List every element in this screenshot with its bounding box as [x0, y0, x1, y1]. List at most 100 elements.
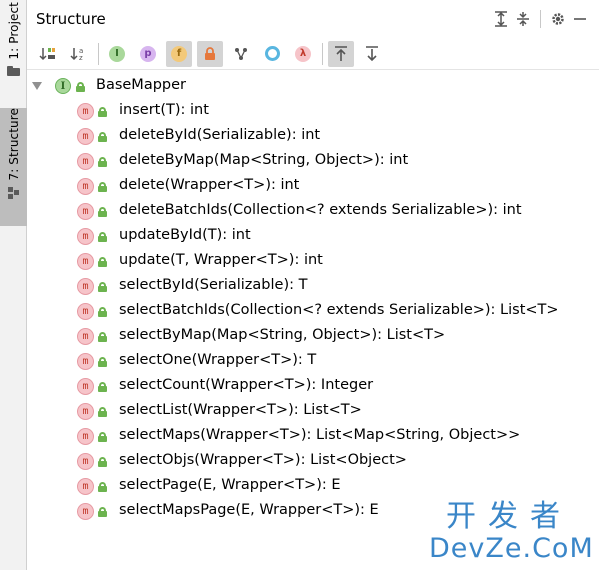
show-properties-icon[interactable]: p [135, 41, 161, 67]
public-lock-icon [98, 457, 107, 467]
show-inherited-icon[interactable]: I [104, 41, 130, 67]
root-label: BaseMapper [96, 77, 186, 93]
show-toplevel-icon[interactable] [259, 41, 285, 67]
method-icon: m [77, 353, 94, 370]
method-row[interactable]: m selectBatchIds(Collection<? extends Ser… [27, 299, 599, 324]
folder-icon [7, 65, 20, 76]
method-icon: m [77, 428, 94, 445]
method-icon: m [77, 303, 94, 320]
method-label: deleteById(Serializable): int [119, 127, 321, 143]
method-row[interactable]: m selectPage(E, Wrapper<T>): E [27, 474, 599, 499]
watermark-english: DevZe.CoM [429, 533, 594, 564]
method-label: selectCount(Wrapper<T>): Integer [119, 377, 374, 393]
public-lock-icon [98, 207, 107, 217]
method-icon: m [77, 378, 94, 395]
method-label: selectMaps(Wrapper<T>): List<Map<String,… [119, 427, 521, 443]
show-fields-icon[interactable]: f [166, 40, 192, 67]
method-icon: m [77, 328, 94, 345]
method-row[interactable]: m delete(Wrapper<T>): int [27, 174, 599, 199]
method-icon: m [77, 178, 94, 195]
method-label: deleteByMap(Map<String, Object>): int [119, 152, 409, 168]
public-lock-icon [98, 432, 107, 442]
show-lambdas-icon[interactable]: λ [290, 41, 316, 67]
method-label: selectPage(E, Wrapper<T>): E [119, 477, 341, 493]
public-lock-icon [98, 332, 107, 342]
method-label: selectMapsPage(E, Wrapper<T>): E [119, 502, 379, 518]
watermark: 开发者 DevZe.CoM [429, 500, 594, 564]
tree-root-row[interactable]: I BaseMapper [27, 74, 599, 99]
public-lock-icon [98, 157, 107, 167]
svg-text:z: z [79, 54, 83, 62]
method-row[interactable]: m selectByMap(Map<String, Object>): List<… [27, 324, 599, 349]
structure-tab-label: 7: Structure [6, 108, 21, 181]
method-label: update(T, Wrapper<T>): int [119, 252, 323, 268]
method-icon: m [77, 103, 94, 120]
collapse-all-icon[interactable] [512, 8, 534, 30]
method-row[interactable]: m selectById(Serializable): T [27, 274, 599, 299]
method-icon: m [77, 278, 94, 295]
method-icon: m [77, 203, 94, 220]
show-anonymous-icon[interactable] [228, 41, 254, 67]
panel-title: Structure [36, 10, 106, 28]
method-row[interactable]: m deleteById(Serializable): int [27, 124, 599, 149]
method-icon: m [77, 253, 94, 270]
method-label: selectByMap(Map<String, Object>): List<T… [119, 327, 446, 343]
autoscroll-to-source-icon[interactable] [328, 40, 354, 67]
autoscroll-from-source-icon[interactable] [359, 41, 385, 67]
expand-triangle-icon[interactable] [32, 82, 42, 90]
structure-panel: Structure az I p f λ I BaseMapper m inse… [27, 0, 599, 570]
method-row[interactable]: m selectList(Wrapper<T>): List<T> [27, 399, 599, 424]
method-row[interactable]: m updateById(T): int [27, 224, 599, 249]
public-lock-icon [98, 507, 107, 517]
public-lock-icon [98, 232, 107, 242]
method-icon: m [77, 228, 94, 245]
sort-by-visibility-icon[interactable] [35, 41, 61, 67]
method-row[interactable]: m selectObjs(Wrapper<T>): List<Object> [27, 449, 599, 474]
structure-tool-tab[interactable]: 7: Structure [0, 108, 27, 226]
method-label: selectObjs(Wrapper<T>): List<Object> [119, 452, 407, 468]
method-label: selectOne(Wrapper<T>): T [119, 352, 317, 368]
settings-gear-icon[interactable] [547, 8, 569, 30]
method-row[interactable]: m deleteByMap(Map<String, Object>): int [27, 149, 599, 174]
public-lock-icon [98, 482, 107, 492]
method-label: insert(T): int [119, 102, 209, 118]
public-lock-icon [98, 307, 107, 317]
panel-header: Structure [27, 0, 599, 38]
method-icon: m [77, 128, 94, 145]
expand-all-icon[interactable] [490, 8, 512, 30]
method-label: selectList(Wrapper<T>): List<T> [119, 402, 362, 418]
structure-toolbar: az I p f λ [27, 38, 599, 70]
method-row[interactable]: m deleteBatchIds(Collection<? extends Ser… [27, 199, 599, 224]
public-lock-icon [98, 107, 107, 117]
method-row[interactable]: m selectMaps(Wrapper<T>): List<Map<String… [27, 424, 599, 449]
method-label: deleteBatchIds(Collection<? extends Seri… [119, 202, 522, 218]
method-row[interactable]: m insert(T): int [27, 99, 599, 124]
public-lock-icon [98, 407, 107, 417]
method-label: updateById(T): int [119, 227, 251, 243]
show-non-public-lock-icon[interactable] [197, 40, 223, 67]
method-icon: m [77, 153, 94, 170]
interface-icon: I [55, 78, 71, 94]
public-lock-icon [98, 182, 107, 192]
public-lock-icon [76, 82, 85, 92]
method-icon: m [77, 453, 94, 470]
method-label: selectBatchIds(Collection<? extends Seri… [119, 302, 559, 318]
public-lock-icon [98, 282, 107, 292]
project-tab-label: 1: Project [6, 2, 21, 60]
project-tool-tab[interactable]: 1: Project [0, 2, 27, 97]
public-lock-icon [98, 357, 107, 367]
method-row[interactable]: m selectCount(Wrapper<T>): Integer [27, 374, 599, 399]
minimize-icon[interactable] [569, 8, 591, 30]
method-label: delete(Wrapper<T>): int [119, 177, 300, 193]
structure-icon [7, 186, 20, 199]
method-icon: m [77, 503, 94, 520]
method-label: selectById(Serializable): T [119, 277, 308, 293]
tool-window-strip: 1: Project 7: Structure [0, 0, 27, 570]
sort-alphabetically-icon[interactable]: az [66, 41, 92, 67]
method-icon: m [77, 403, 94, 420]
method-row[interactable]: m selectOne(Wrapper<T>): T [27, 349, 599, 374]
method-row[interactable]: m update(T, Wrapper<T>): int [27, 249, 599, 274]
panel-header-actions [490, 8, 591, 30]
method-icon: m [77, 478, 94, 495]
public-lock-icon [98, 382, 107, 392]
